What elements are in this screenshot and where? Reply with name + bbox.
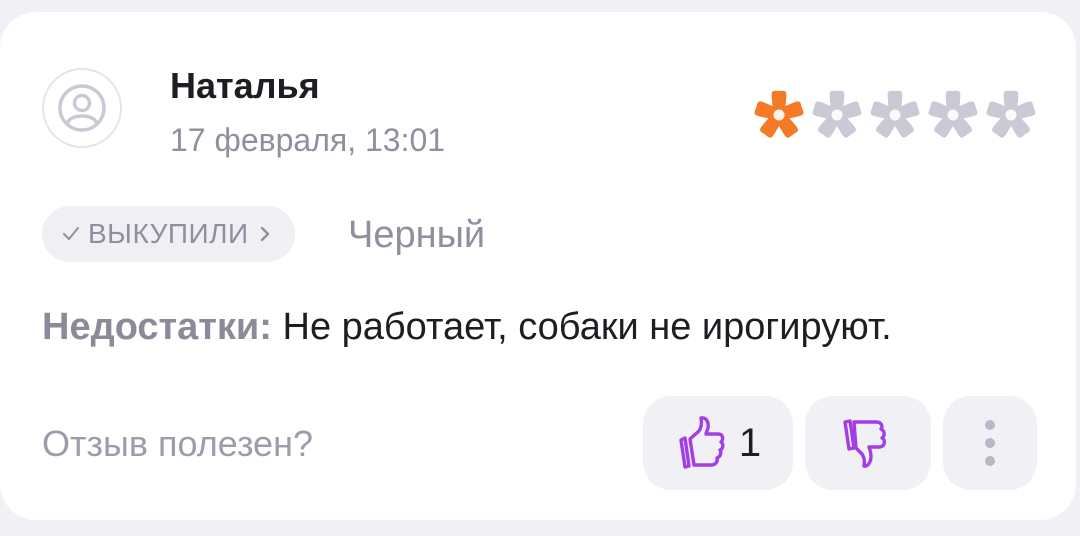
like-count: 1 <box>738 421 762 465</box>
like-button[interactable]: 1 <box>643 396 793 490</box>
purchase-badge-label: ВЫКУПИЛИ <box>88 218 249 249</box>
purchase-badge[interactable]: ВЫКУПИЛИ <box>42 206 295 262</box>
more-options-button[interactable] <box>943 396 1037 490</box>
more-vertical-icon <box>985 420 995 466</box>
cons-text: Не работает, собаки не ирогируют. <box>271 306 892 348</box>
review-cons: Недостатки: Не работает, собаки не ироги… <box>42 302 892 352</box>
review-date: 17 февраля, 13:01 <box>170 122 446 158</box>
avatar <box>42 68 122 148</box>
check-icon <box>63 227 79 240</box>
star-empty-icon <box>928 90 978 138</box>
user-icon <box>58 84 106 132</box>
star-empty-icon <box>812 90 862 138</box>
star-empty-icon <box>986 90 1036 138</box>
review-card: Наталья 17 февраля, 13:01 ВЫКУПИЛИ Черны… <box>0 12 1076 520</box>
thumbs-down-icon <box>843 419 887 468</box>
cons-label: Недостатки: <box>42 306 272 348</box>
product-variant: Черный <box>348 214 486 256</box>
dislike-button[interactable] <box>805 396 931 490</box>
helpful-question: Отзыв полезен? <box>42 423 313 464</box>
thumbs-up-icon <box>679 416 725 469</box>
author-name: Наталья <box>170 65 320 106</box>
star-filled-icon <box>754 90 804 138</box>
rating-stars <box>752 88 1038 142</box>
star-empty-icon <box>870 90 920 138</box>
chevron-right-icon <box>260 226 269 242</box>
